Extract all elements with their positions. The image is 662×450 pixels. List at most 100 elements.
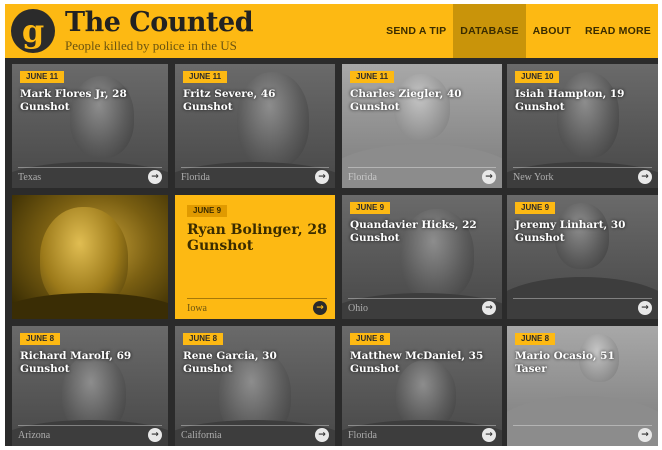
cause-of-death: Gunshot: [350, 100, 400, 113]
portrait-shoulders: [12, 293, 168, 319]
victim-card[interactable]: JUNE 8 Matthew McDaniel, 35 Gunshot Flor…: [342, 326, 502, 446]
arrow-right-icon[interactable]: →: [638, 170, 652, 184]
arrow-right-icon[interactable]: →: [315, 428, 329, 442]
victim-card[interactable]: JUNE 8 Rene Garcia, 30 Gunshot Californi…: [175, 326, 335, 446]
card-footer: Iowa →: [187, 298, 327, 315]
card-footer: Texas →: [18, 167, 162, 184]
cause-of-death: Gunshot: [350, 231, 400, 244]
victim-name: Mario Ocasio, 51: [515, 350, 615, 362]
victim-card[interactable]: JUNE 11 Charles Ziegler, 40 Gunshot Flor…: [342, 64, 502, 188]
site-header: g The Counted People killed by police in…: [5, 4, 658, 58]
app-frame: g The Counted People killed by police in…: [5, 4, 658, 446]
victim-name: Charles Ziegler, 40: [350, 88, 462, 100]
victim-info: Charles Ziegler, 40 Gunshot: [350, 88, 496, 113]
cause-of-death: Gunshot: [183, 100, 233, 113]
victim-info: Isiah Hampton, 19 Gunshot: [515, 88, 652, 113]
card-footer: Arizona →: [18, 425, 162, 442]
victim-state: Texas: [18, 171, 42, 183]
cause-of-death: Gunshot: [20, 100, 70, 113]
cause-of-death: Gunshot: [515, 231, 565, 244]
arrow-right-icon[interactable]: →: [638, 428, 652, 442]
victim-name: Mark Flores Jr, 28: [20, 88, 127, 100]
victim-info: Mark Flores Jr, 28 Gunshot: [20, 88, 162, 113]
date-badge: JUNE 8: [20, 333, 61, 345]
victim-info: Rene Garcia, 30 Gunshot: [183, 350, 329, 375]
victim-name: Fritz Severe, 46: [183, 88, 276, 100]
victim-card[interactable]: JUNE 9 Quandavier Hicks, 22 Gunshot Ohio…: [342, 195, 502, 319]
cause-of-death: Gunshot: [20, 362, 70, 375]
victim-info: Quandavier Hicks, 22 Gunshot: [350, 219, 496, 244]
cause-of-death: Gunshot: [183, 362, 233, 375]
page-subtitle: People killed by police in the US: [65, 37, 237, 53]
victim-info: Matthew McDaniel, 35 Gunshot: [350, 350, 496, 375]
victim-card[interactable]: JUNE 8 Mario Ocasio, 51 Taser →: [507, 326, 658, 446]
victim-name: Rene Garcia, 30: [183, 350, 277, 362]
card-footer: →: [513, 298, 652, 315]
arrow-right-icon[interactable]: →: [148, 428, 162, 442]
victim-info: Ryan Bolinger, 28 Gunshot: [187, 222, 329, 254]
card-footer: New York →: [513, 167, 652, 184]
victim-name: Matthew McDaniel, 35: [350, 350, 484, 362]
victim-card[interactable]: JUNE 8 Richard Marolf, 69 Gunshot Arizon…: [12, 326, 168, 446]
card-footer: Florida →: [181, 167, 329, 184]
arrow-right-icon[interactable]: →: [482, 301, 496, 315]
date-badge: JUNE 9: [187, 205, 228, 217]
victim-info: Richard Marolf, 69 Gunshot: [20, 350, 162, 375]
card-footer: Ohio →: [348, 298, 496, 315]
victim-card[interactable]: JUNE 9 Jeremy Linhart, 30 Gunshot →: [507, 195, 658, 319]
date-badge: JUNE 8: [183, 333, 224, 345]
arrow-right-icon[interactable]: →: [482, 170, 496, 184]
card-footer: Florida →: [348, 167, 496, 184]
victim-state: Arizona: [18, 429, 51, 441]
date-badge: JUNE 9: [515, 202, 556, 214]
cause-of-death: Taser: [515, 362, 547, 375]
featured-victim-photo[interactable]: [12, 195, 168, 319]
victim-name: Ryan Bolinger, 28: [187, 222, 327, 238]
featured-victim-card[interactable]: JUNE 9 Ryan Bolinger, 28 Gunshot Iowa →: [175, 195, 335, 319]
victim-name: Jeremy Linhart, 30: [515, 219, 626, 231]
arrow-right-icon[interactable]: →: [482, 428, 496, 442]
cause-of-death: Gunshot: [187, 238, 254, 255]
victim-card[interactable]: JUNE 11 Fritz Severe, 46 Gunshot Florida…: [175, 64, 335, 188]
date-badge: JUNE 8: [515, 333, 556, 345]
arrow-right-icon[interactable]: →: [313, 301, 327, 315]
victim-state: Florida: [181, 171, 210, 183]
card-footer: California →: [181, 425, 329, 442]
victim-state: California: [181, 429, 222, 441]
date-badge: JUNE 11: [183, 71, 228, 83]
victim-state: New York: [513, 171, 554, 183]
victim-info: Jeremy Linhart, 30 Gunshot: [515, 219, 652, 244]
victim-name: Isiah Hampton, 19: [515, 88, 625, 100]
victim-state: Florida: [348, 171, 377, 183]
victim-info: Fritz Severe, 46 Gunshot: [183, 88, 329, 113]
page-title: The Counted: [65, 6, 254, 38]
date-badge: JUNE 11: [350, 71, 395, 83]
cause-of-death: Gunshot: [515, 100, 565, 113]
card-footer: →: [513, 425, 652, 442]
nav-send-a-tip[interactable]: SEND A TIP: [379, 4, 453, 58]
title-block: The Counted People killed by police in t…: [65, 6, 254, 54]
nav-about[interactable]: ABOUT: [526, 4, 578, 58]
victim-name: Quandavier Hicks, 22: [350, 219, 477, 231]
victim-state: Ohio: [348, 302, 368, 314]
portrait-head: [557, 72, 619, 158]
card-footer: Florida →: [348, 425, 496, 442]
top-nav: SEND A TIP DATABASE ABOUT READ MORE: [379, 4, 658, 58]
date-badge: JUNE 8: [350, 333, 391, 345]
guardian-logo[interactable]: g: [11, 9, 55, 53]
nav-read-more[interactable]: READ MORE: [578, 4, 658, 58]
victim-state: Florida: [348, 429, 377, 441]
victim-info: Mario Ocasio, 51 Taser: [515, 350, 652, 375]
arrow-right-icon[interactable]: →: [148, 170, 162, 184]
date-badge: JUNE 11: [20, 71, 65, 83]
arrow-right-icon[interactable]: →: [638, 301, 652, 315]
arrow-right-icon[interactable]: →: [315, 170, 329, 184]
victims-grid: JUNE 11 Mark Flores Jr, 28 Gunshot Texas…: [5, 64, 658, 446]
nav-database[interactable]: DATABASE: [453, 4, 526, 58]
victim-state: Iowa: [187, 302, 207, 314]
date-badge: JUNE 10: [515, 71, 560, 83]
victim-card[interactable]: JUNE 10 Isiah Hampton, 19 Gunshot New Yo…: [507, 64, 658, 188]
date-badge: JUNE 9: [350, 202, 391, 214]
victim-card[interactable]: JUNE 11 Mark Flores Jr, 28 Gunshot Texas…: [12, 64, 168, 188]
portrait-head: [237, 72, 309, 168]
